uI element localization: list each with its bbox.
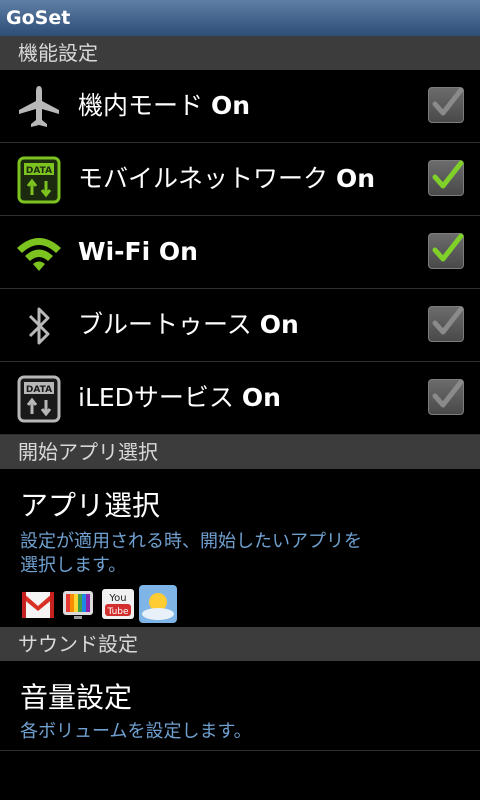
toggle-row-bluetooth[interactable]: ブルートゥース On xyxy=(0,289,480,362)
airplane-icon xyxy=(14,82,64,132)
wifi-icon xyxy=(14,228,64,278)
bluetooth-checkbox[interactable] xyxy=(428,306,464,342)
tv-icon xyxy=(60,586,96,622)
mobile-network-checkbox[interactable] xyxy=(428,160,464,196)
mobile-data-icon: DATA xyxy=(14,155,64,205)
preference-title: 音量設定 xyxy=(20,681,133,714)
iled-service-checkbox[interactable] xyxy=(428,379,464,415)
volume-preference[interactable]: 音量設定 各ボリュームを設定します。 xyxy=(0,676,480,744)
title-bar: GoSet xyxy=(0,0,480,36)
preference-title: アプリ選択 xyxy=(20,489,161,522)
app-select-preference[interactable]: アプリ選択 設定が適用される時、開始したいアプリを 選択します。 xyxy=(0,484,480,578)
youtube-icon: You Tube xyxy=(100,586,136,622)
toggle-label: Wi-Fi On xyxy=(78,237,198,266)
svg-text:DATA: DATA xyxy=(26,166,52,176)
toggle-label: モバイルネットワーク On xyxy=(78,164,376,193)
divider xyxy=(0,750,480,751)
section-header-features: 機能設定 xyxy=(0,36,480,70)
toggle-row-wifi[interactable]: Wi-Fi On xyxy=(0,216,480,289)
toggle-label: ブルートゥース On xyxy=(78,310,299,339)
section-header-sound: サウンド設定 xyxy=(0,627,480,661)
bluetooth-icon xyxy=(14,301,64,351)
svg-text:Tube: Tube xyxy=(106,607,129,617)
preference-summary: 各ボリュームを設定します。 xyxy=(20,721,252,742)
wifi-checkbox[interactable] xyxy=(428,233,464,269)
airplane-checkbox[interactable] xyxy=(428,87,464,123)
gmail-icon xyxy=(20,586,56,622)
youtube-text: You xyxy=(108,593,126,604)
toggle-row-airplane[interactable]: 機内モード On xyxy=(0,70,480,143)
toggle-row-mobile-network[interactable]: DATA モバイルネットワーク On xyxy=(0,143,480,216)
toggle-row-iled-service[interactable]: DATA iLEDサービス On xyxy=(0,362,480,435)
section-header-startup-apps: 開始アプリ選択 xyxy=(0,435,480,469)
preference-summary: 設定が適用される時、開始したいアプリを 選択します。 xyxy=(20,531,362,576)
weather-icon xyxy=(138,584,178,624)
toggle-label: iLEDサービス On xyxy=(78,383,281,412)
led-data-icon: DATA xyxy=(14,374,64,424)
svg-text:DATA: DATA xyxy=(26,385,52,395)
toggle-label: 機内モード On xyxy=(78,91,251,120)
app-title: GoSet xyxy=(6,7,71,29)
